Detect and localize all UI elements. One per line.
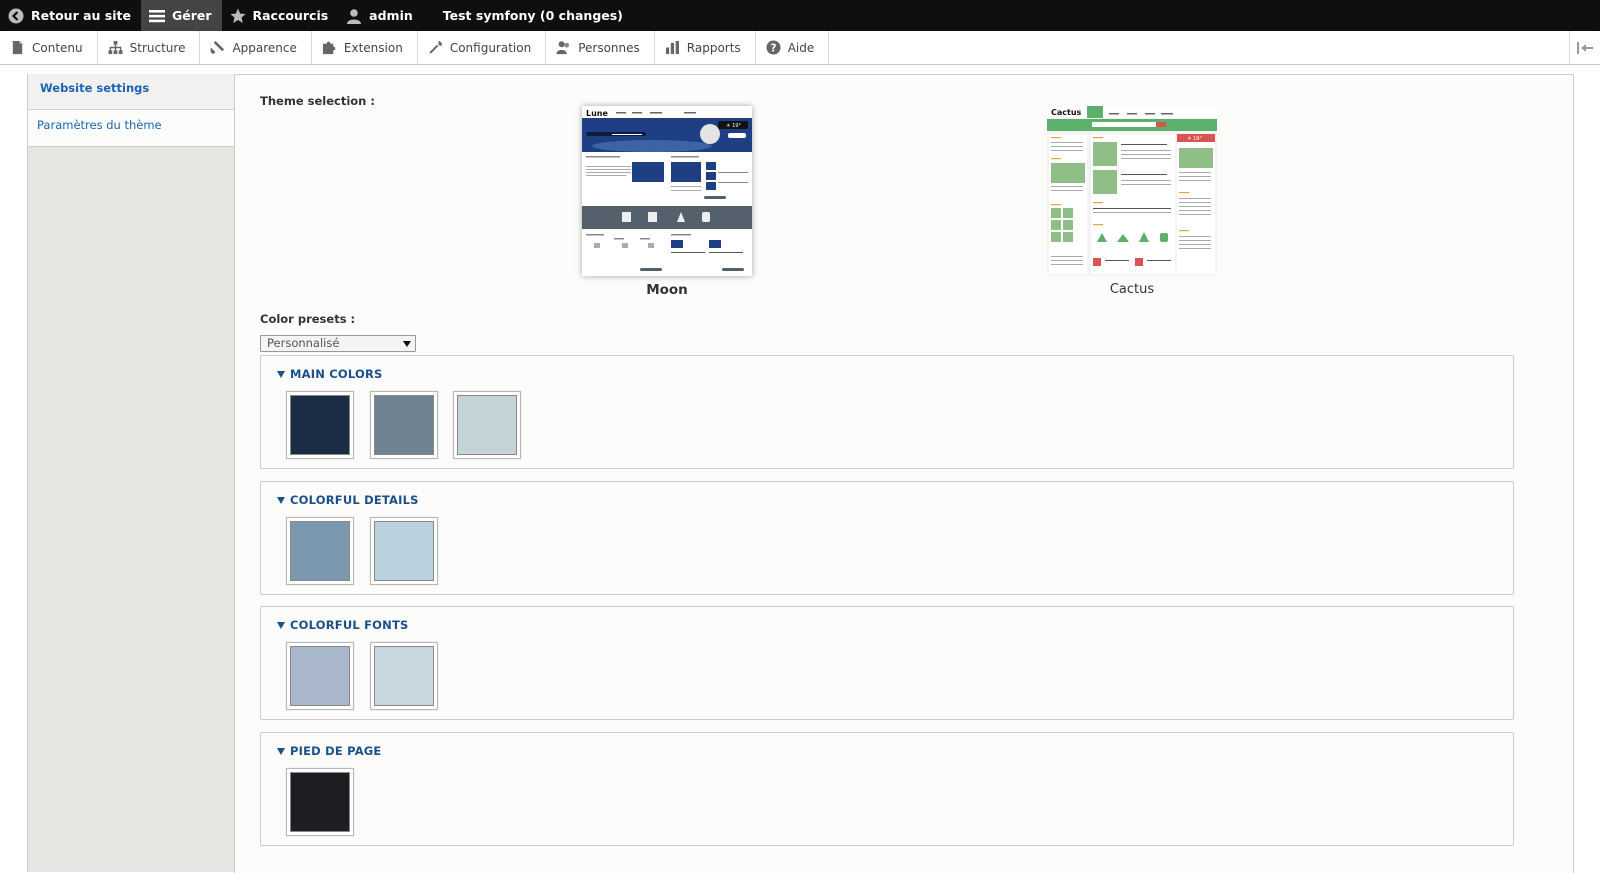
arrow-left-circle-icon xyxy=(8,8,24,23)
tray-item-label: Contenu xyxy=(32,40,83,55)
tray-item-personnes[interactable]: Personnes xyxy=(546,31,655,64)
swatch-fill xyxy=(374,395,434,455)
tray-item-label: Personnes xyxy=(578,40,640,55)
admin-toolbar: Retour au site Gérer Raccourcis admin Te… xyxy=(0,0,1600,31)
fieldset-title: COLORFUL FONTS xyxy=(290,618,409,632)
site-status-link[interactable]: Test symfony (0 changes) xyxy=(423,0,633,31)
user-menu-button[interactable]: admin xyxy=(338,0,423,31)
caret-down-icon xyxy=(277,621,285,629)
moon-theme-preview: Lune ☀ 19° xyxy=(582,106,752,276)
vertical-tabs: Website settings Paramètres du thème xyxy=(27,74,235,872)
caret-down-icon xyxy=(277,496,285,504)
manage-menu-button[interactable]: Gérer xyxy=(140,0,222,31)
tray-orientation-toggle[interactable] xyxy=(1569,31,1600,64)
shortcuts-button[interactable]: Raccourcis xyxy=(222,0,339,31)
site-label: Test symfony (0 changes) xyxy=(442,8,623,23)
caret-down-icon xyxy=(277,747,285,755)
back-to-site-label: Retour au site xyxy=(31,8,131,23)
cactus-thumb-title: Cactus xyxy=(1051,108,1082,117)
hamburger-icon xyxy=(148,9,165,22)
tray-item-label: Aide xyxy=(787,40,815,55)
color-presets-select[interactable]: Personnalisé xyxy=(260,335,416,352)
tray-item-label: Configuration xyxy=(449,40,532,55)
fieldset-toggle-main-colors[interactable]: MAIN COLORS xyxy=(277,367,383,381)
tray-item-label: Rapports xyxy=(686,40,741,55)
user-label: admin xyxy=(369,8,413,23)
manage-label: Gérer xyxy=(171,8,212,23)
people-icon xyxy=(556,41,570,55)
settings-panel: Theme selection : Lune ☀ 19° Moon Cactus… xyxy=(234,74,1574,873)
fieldset-title: COLORFUL DETAILS xyxy=(290,493,419,507)
theme-option-moon[interactable]: Lune ☀ 19° xyxy=(582,106,752,276)
svg-text:?: ? xyxy=(770,42,776,54)
theme-name-cactus: Cactus xyxy=(1109,282,1155,297)
tray-item-contenu[interactable]: Contenu xyxy=(0,31,98,64)
fieldset-toggle-colorful-fonts[interactable]: COLORFUL FONTS xyxy=(277,618,408,632)
color-swatch[interactable] xyxy=(453,391,521,459)
page-content: Website settings Paramètres du thème The… xyxy=(0,65,1600,873)
collapse-left-icon xyxy=(1577,41,1593,54)
tray-item-label: Extension xyxy=(343,40,403,55)
tray-item-apparence[interactable]: Apparence xyxy=(200,31,312,64)
chevron-down-icon xyxy=(403,341,411,347)
color-swatch[interactable] xyxy=(286,642,354,710)
tray-item-rapports[interactable]: Rapports xyxy=(655,31,756,64)
cactus-thumb-weather: ☀ 19° xyxy=(1187,136,1202,142)
swatch-fill xyxy=(457,395,517,455)
star-icon xyxy=(229,8,246,23)
tab-theme-settings[interactable]: Paramètres du thème xyxy=(28,110,235,147)
moon-thumb-title: Lune xyxy=(586,109,608,118)
swatch-fill xyxy=(290,521,350,581)
fieldset-toggle-colorful-details[interactable]: COLORFUL DETAILS xyxy=(277,493,419,507)
tab-website-settings[interactable]: Website settings xyxy=(28,74,235,110)
tray-item-configuration[interactable]: Configuration xyxy=(418,31,547,64)
puzzle-icon xyxy=(322,41,336,55)
file-icon xyxy=(12,40,23,55)
moon-thumb-weather: ☀ 19° xyxy=(726,123,741,129)
tray-item-structure[interactable]: Structure xyxy=(98,31,201,64)
color-swatch[interactable] xyxy=(370,642,438,710)
fieldset-pied-de-page: PIED DE PAGE xyxy=(260,732,1514,846)
admin-tray: Contenu Structure Apparence Extension Co… xyxy=(0,31,1600,65)
fieldset-colorful-details: COLORFUL DETAILS xyxy=(260,481,1514,595)
sitemap-icon xyxy=(108,40,123,55)
color-presets-value: Personnalisé xyxy=(267,336,340,350)
chart-bar-icon xyxy=(665,40,679,55)
swatch-fill xyxy=(290,395,350,455)
fieldset-title: PIED DE PAGE xyxy=(290,744,382,758)
paintbrush-icon xyxy=(210,40,225,55)
fieldset-main-colors: MAIN COLORS xyxy=(260,355,1514,469)
theme-option-cactus[interactable]: Cactus ☀ 19° xyxy=(1047,106,1217,276)
color-presets-label: Color presets : xyxy=(260,312,356,326)
user-icon xyxy=(347,8,362,24)
color-swatch[interactable] xyxy=(370,391,438,459)
tray-item-label: Apparence xyxy=(232,40,297,55)
tray-item-aide[interactable]: ? Aide xyxy=(756,31,830,64)
back-to-site-link[interactable]: Retour au site xyxy=(0,0,141,31)
swatch-fill xyxy=(374,646,434,706)
color-swatch[interactable] xyxy=(286,768,354,836)
shortcuts-label: Raccourcis xyxy=(252,8,329,23)
tray-item-label: Structure xyxy=(129,40,186,55)
fieldset-colorful-fonts: COLORFUL FONTS xyxy=(260,606,1514,720)
color-swatch[interactable] xyxy=(286,391,354,459)
swatch-fill xyxy=(290,646,350,706)
caret-down-icon xyxy=(277,370,285,378)
swatch-fill xyxy=(374,521,434,581)
help-icon: ? xyxy=(766,40,781,55)
theme-selection-label: Theme selection : xyxy=(260,94,375,108)
color-swatch[interactable] xyxy=(286,517,354,585)
fieldset-toggle-pied-de-page[interactable]: PIED DE PAGE xyxy=(277,744,382,758)
theme-name-moon: Moon xyxy=(646,282,688,298)
color-swatch[interactable] xyxy=(370,517,438,585)
tray-item-extension[interactable]: Extension xyxy=(312,31,418,64)
swatch-fill xyxy=(290,772,350,832)
fieldset-title: MAIN COLORS xyxy=(290,367,383,381)
wrench-icon xyxy=(429,40,442,54)
cactus-theme-preview: Cactus ☀ 19° xyxy=(1047,106,1217,276)
